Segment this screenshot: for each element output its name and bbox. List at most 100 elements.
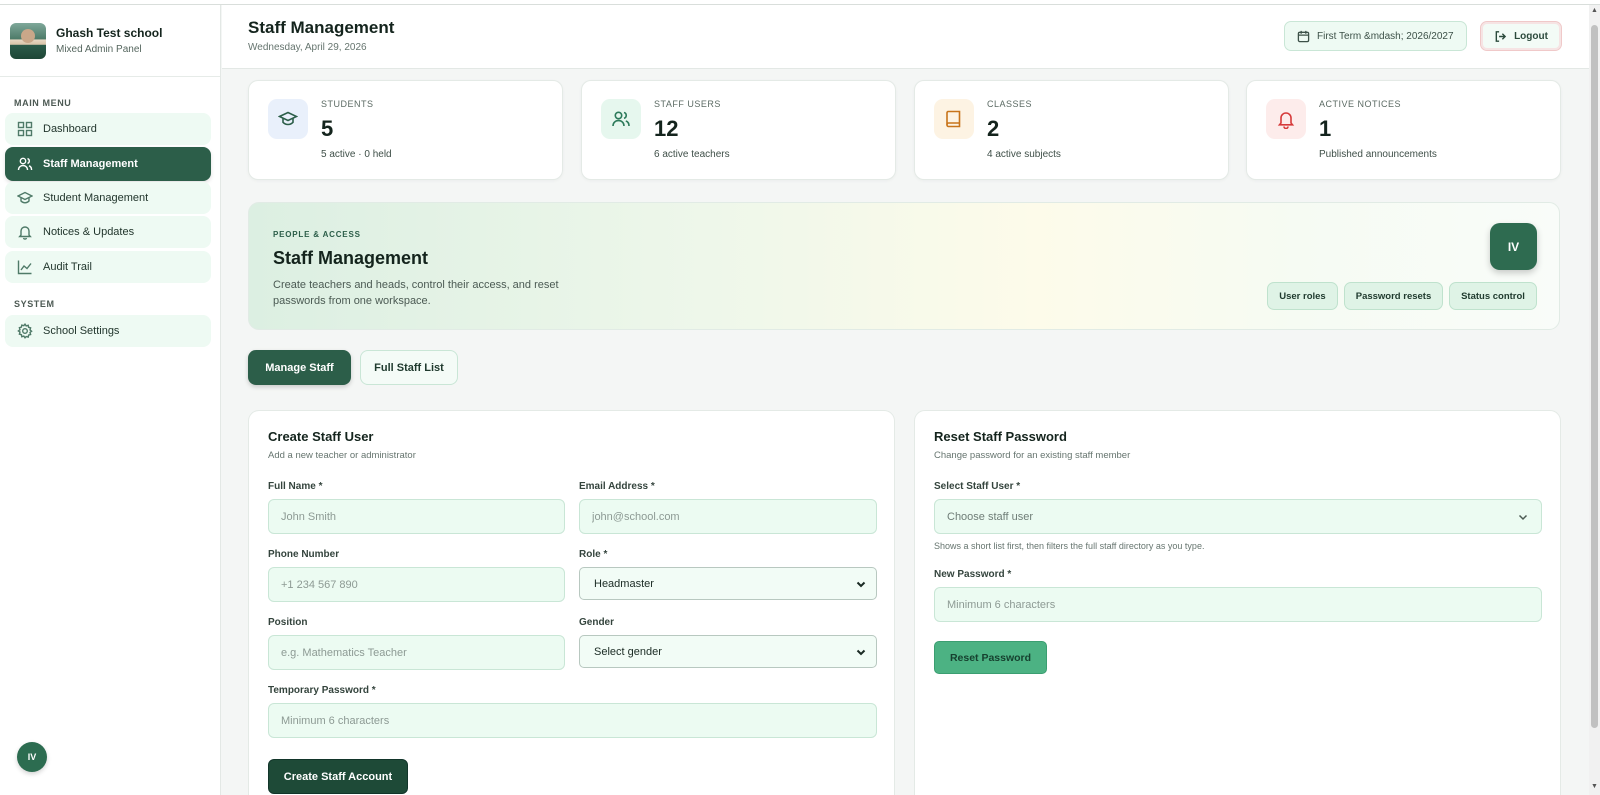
stat-card-classes: CLASSES 2 4 active subjects: [914, 80, 1229, 180]
sidebar-item-label: Staff Management: [43, 158, 138, 170]
stat-value: 2: [987, 116, 1000, 141]
panel-type: Mixed Admin Panel: [56, 44, 142, 55]
logout-icon: [1495, 30, 1507, 42]
hero-description: Create teachers and heads, control their…: [273, 279, 559, 307]
sidebar-item-notices[interactable]: Notices & Updates: [5, 216, 211, 248]
email-input[interactable]: [579, 499, 877, 534]
panel-title: Create Staff User: [268, 429, 374, 444]
role-label: Role *: [579, 549, 608, 560]
email-label: Email Address *: [579, 481, 655, 492]
stat-label: CLASSES: [987, 99, 1033, 109]
chart-line-icon: [17, 260, 32, 275]
scroll-down-arrow-icon[interactable]: ▼: [1591, 783, 1598, 790]
scroll-up-arrow-icon[interactable]: ▲: [1591, 7, 1598, 14]
stat-subtext: 4 active subjects: [987, 149, 1061, 160]
temp-password-label: Temporary Password *: [268, 685, 376, 696]
stat-icon-box: [601, 99, 641, 139]
staff-user-select[interactable]: Choose staff user: [934, 499, 1542, 534]
phone-label: Phone Number: [268, 549, 340, 560]
create-staff-panel: Create Staff User Add a new teacher or a…: [248, 410, 895, 795]
book-icon: [946, 110, 961, 128]
panel-subtitle: Add a new teacher or administrator: [268, 450, 416, 461]
tab-manage-staff[interactable]: Manage Staff: [248, 350, 351, 385]
select-staff-label: Select Staff User *: [934, 481, 1021, 492]
sidebar-item-staff-management[interactable]: Staff Management: [5, 147, 211, 181]
sidebar: Ghash Test school Mixed Admin Panel MAIN…: [0, 5, 221, 795]
stat-subtext: Published announcements: [1319, 149, 1437, 160]
main-menu-label: MAIN MENU: [14, 98, 72, 108]
sidebar-item-label: Dashboard: [43, 123, 97, 135]
bell-icon: [18, 226, 32, 240]
graduation-cap-icon: [278, 111, 298, 126]
stat-subtext: 6 active teachers: [654, 149, 730, 160]
chevron-down-icon: [1517, 511, 1529, 526]
sidebar-item-label: Student Management: [43, 192, 149, 204]
sidebar-item-student-management[interactable]: Student Management: [5, 182, 211, 214]
stat-value: 12: [654, 116, 679, 141]
sidebar-item-label: Notices & Updates: [43, 226, 135, 238]
users-icon: [612, 111, 630, 127]
stat-label: ACTIVE NOTICES: [1319, 99, 1402, 109]
sidebar-item-label: Audit Trail: [43, 261, 92, 273]
school-name: Ghash Test school: [56, 26, 163, 40]
stat-card-active-notices: ACTIVE NOTICES 1 Published announcements: [1246, 80, 1561, 180]
stat-icon-box: [268, 99, 308, 139]
term-selector[interactable]: First Term &mdash; 2026/2027: [1284, 21, 1467, 51]
reset-password-panel: Reset Staff Password Change password for…: [914, 410, 1561, 795]
stat-subtext: 5 active · 0 held: [321, 149, 392, 160]
stat-value: 1: [1319, 116, 1332, 141]
panel-subtitle: Change password for an existing staff me…: [934, 450, 1131, 461]
hero-title: Staff Management: [273, 248, 429, 268]
calendar-icon: [1297, 30, 1310, 42]
position-input[interactable]: [268, 635, 565, 670]
stat-label: STAFF USERS: [654, 99, 721, 109]
grid-icon: [17, 121, 33, 137]
role-select[interactable]: Headmaster: [579, 567, 877, 600]
users-icon: [17, 157, 33, 171]
gender-label: Gender: [579, 617, 615, 628]
chip-password-resets: Password resets: [1344, 282, 1443, 310]
gender-select-value: Select gender: [594, 645, 662, 658]
graduation-cap-icon: [17, 191, 33, 204]
panel-title: Reset Staff Password: [934, 429, 1067, 444]
user-avatar[interactable]: IV: [17, 742, 47, 772]
stat-card-students: STUDENTS 5 5 active · 0 held: [248, 80, 563, 180]
gender-select[interactable]: Select gender: [579, 635, 877, 668]
sidebar-item-label: School Settings: [43, 325, 120, 337]
top-header: Staff Management Wednesday, April 29, 20…: [222, 5, 1590, 69]
logout-button[interactable]: Logout: [1480, 21, 1562, 51]
sidebar-item-audit-trail[interactable]: Audit Trail: [5, 251, 211, 283]
new-password-label: New Password *: [934, 569, 1012, 580]
new-password-input[interactable]: [934, 587, 1542, 622]
phone-input[interactable]: [268, 567, 565, 602]
sidebar-item-school-settings[interactable]: School Settings: [5, 315, 211, 347]
hero-banner: PEOPLE & ACCESS Staff Management Create …: [248, 202, 1560, 330]
chevron-down-icon: [855, 646, 867, 658]
temp-password-input[interactable]: [268, 703, 877, 738]
full-name-label: Full Name *: [268, 481, 323, 492]
page-date: Wednesday, April 29, 2026: [248, 42, 367, 53]
brand-block: Ghash Test school Mixed Admin Panel: [0, 5, 220, 77]
sidebar-item-dashboard[interactable]: Dashboard: [5, 113, 211, 145]
system-label: SYSTEM: [14, 299, 55, 309]
tab-full-staff-list[interactable]: Full Staff List: [360, 350, 458, 385]
reset-password-button[interactable]: Reset Password: [934, 641, 1047, 674]
gear-icon: [17, 323, 33, 339]
logout-label: Logout: [1514, 30, 1548, 42]
hero-avatar: IV: [1490, 223, 1537, 270]
stat-card-staff-users: STAFF USERS 12 6 active teachers: [581, 80, 896, 180]
scrollbar-thumb[interactable]: [1591, 25, 1598, 728]
chip-user-roles: User roles: [1267, 282, 1338, 310]
stat-icon-box: [934, 99, 974, 139]
stat-icon-box: [1266, 99, 1306, 139]
full-name-input[interactable]: [268, 499, 565, 534]
staff-user-select-placeholder: Choose staff user: [947, 510, 1034, 523]
chip-status-control: Status control: [1449, 282, 1537, 310]
stat-value: 5: [321, 116, 334, 141]
hero-kicker: PEOPLE & ACCESS: [273, 230, 361, 239]
select-staff-hint: Shows a short list first, then filters t…: [934, 541, 1205, 551]
bell-icon: [1277, 112, 1295, 129]
stat-label: STUDENTS: [321, 99, 374, 109]
school-logo: [10, 22, 46, 59]
create-staff-account-button[interactable]: Create Staff Account: [268, 759, 408, 794]
